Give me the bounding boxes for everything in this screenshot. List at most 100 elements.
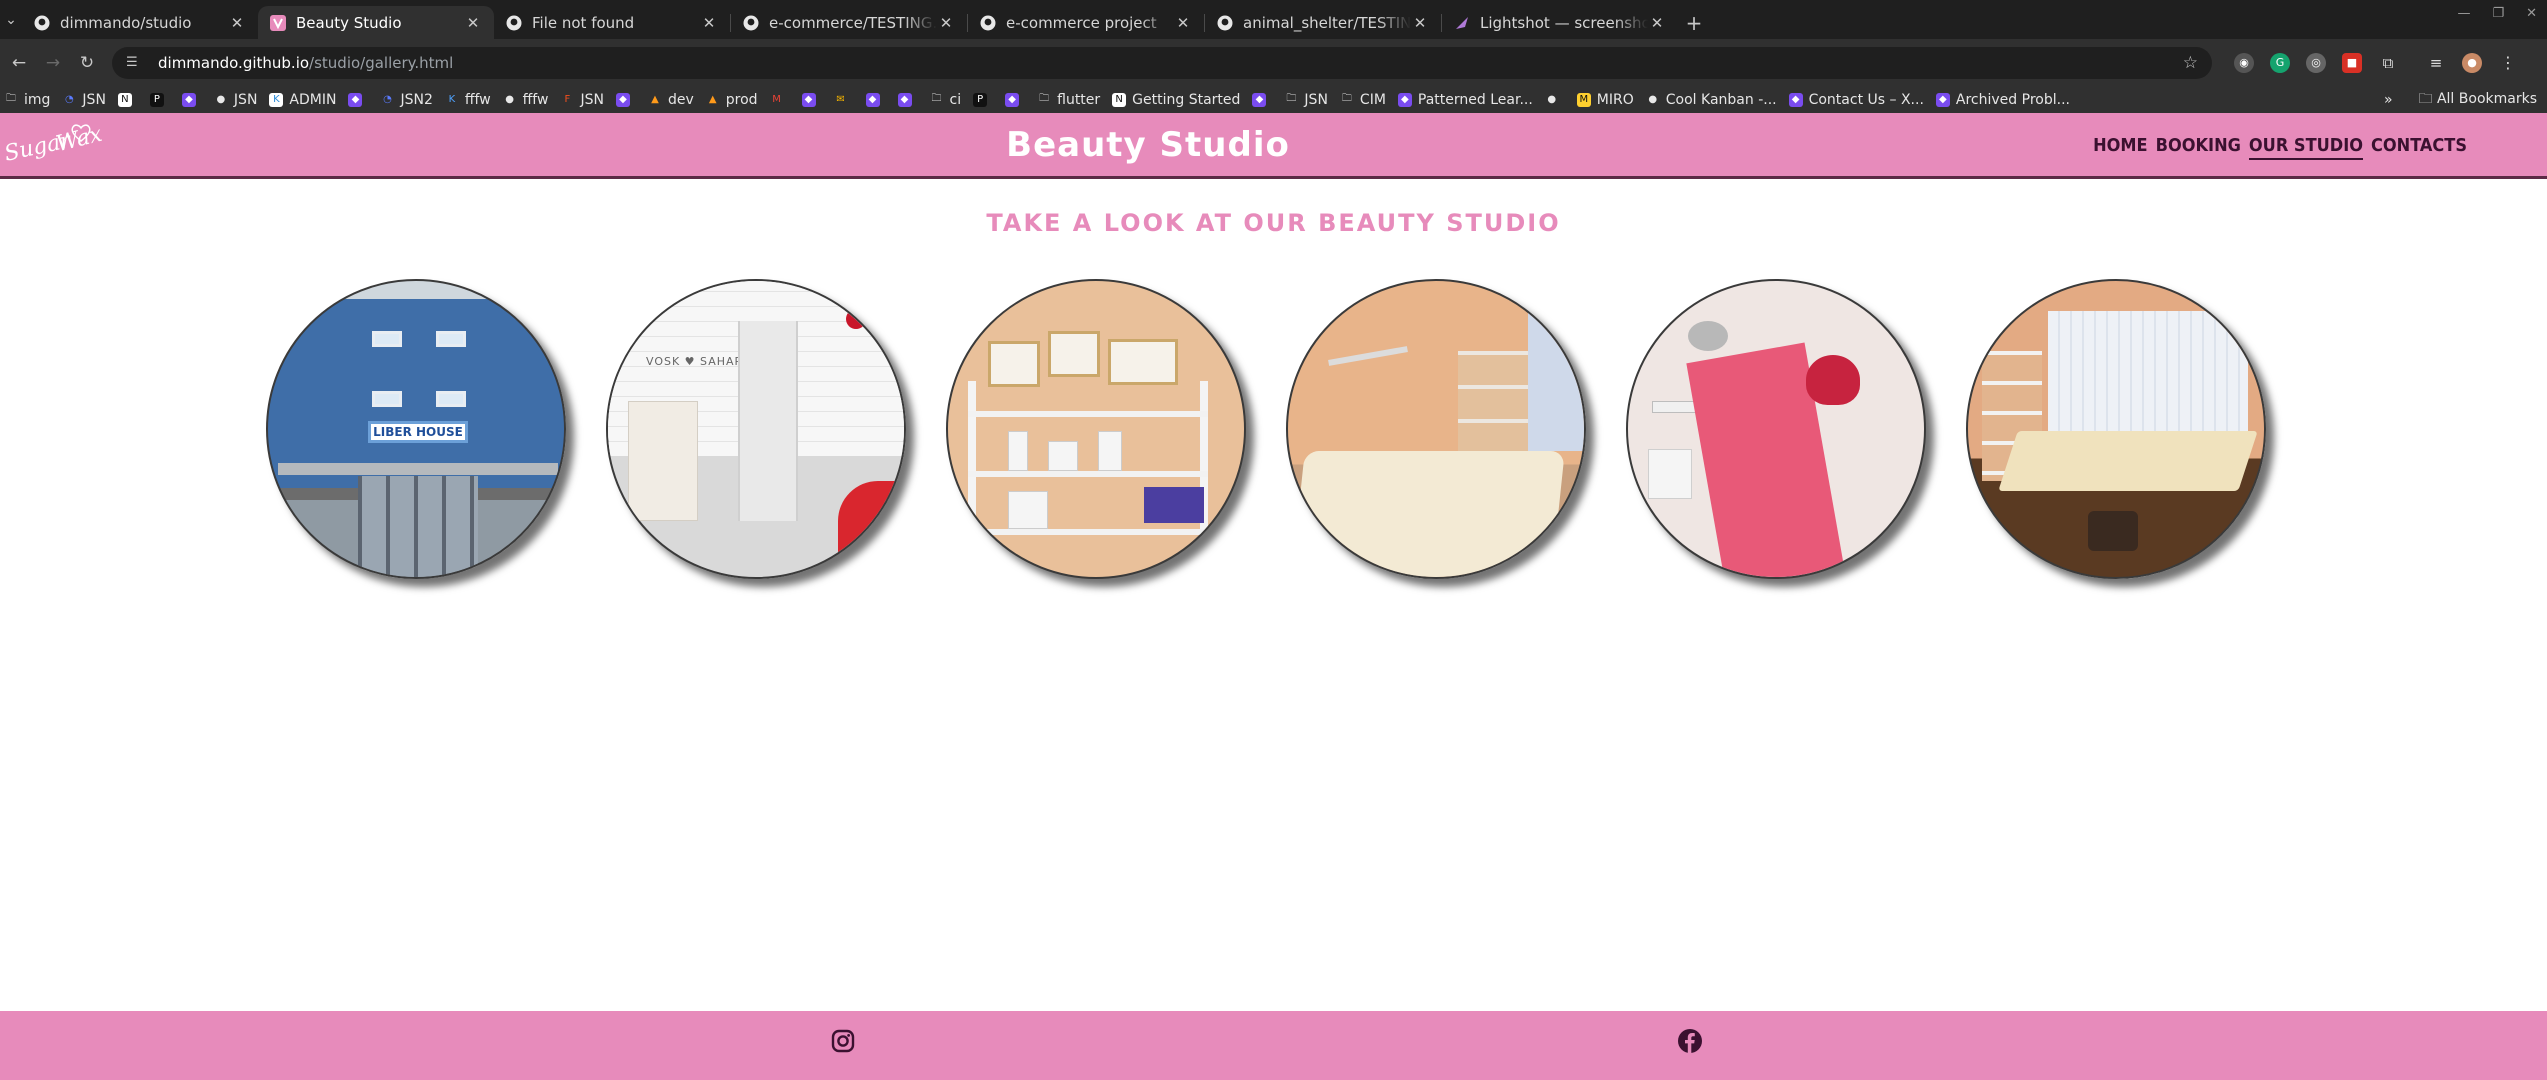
- gallery-photo-treatment-room[interactable]: [1286, 279, 1586, 579]
- bookmark-item[interactable]: P: [149, 92, 170, 107]
- bookmark-item[interactable]: ◆: [801, 92, 822, 107]
- reception-sign: VOSK ♥ SAHAR: [646, 355, 744, 368]
- bookmark-item[interactable]: F JSN: [560, 92, 604, 108]
- bookmark-item[interactable]: P: [973, 92, 993, 107]
- bookmark-item[interactable]: 🗀 CIM: [1340, 92, 1386, 108]
- media-controls-icon[interactable]: ≡: [2426, 53, 2446, 73]
- nav-booking[interactable]: BOOKING: [2156, 135, 2241, 160]
- github-icon: [980, 15, 996, 31]
- puzzle-extensions-icon[interactable]: ⧉: [2378, 53, 2398, 73]
- camera-extension-icon[interactable]: ◉: [2234, 52, 2254, 73]
- close-window-icon[interactable]: ✕: [2526, 6, 2537, 21]
- window-shape: [1528, 301, 1584, 451]
- bookmark-label: Contact Us – X...: [1808, 91, 1924, 108]
- tab-ecommerce-testing[interactable]: e-commerce/TESTING.m ✕: [731, 6, 967, 39]
- github-icon: ●: [505, 94, 515, 105]
- close-icon[interactable]: ✕: [1411, 14, 1429, 32]
- nav-home[interactable]: HOME: [2093, 135, 2148, 160]
- bookmark-label: JSN: [580, 91, 604, 108]
- bookmark-item[interactable]: ◆: [1252, 92, 1272, 107]
- app-icon: ◆: [1935, 92, 1950, 107]
- profile-avatar[interactable]: ●: [2462, 52, 2482, 73]
- bookmark-item[interactable]: ● Cool Kanban -...: [1646, 92, 1776, 108]
- bookmark-item[interactable]: ◆: [615, 92, 636, 107]
- url-path: /studio/gallery.html: [309, 53, 454, 72]
- gallery-photo-waxing-bed[interactable]: [1626, 279, 1926, 579]
- chevron-double-right-icon[interactable]: »: [2384, 92, 2393, 108]
- bookmark-item[interactable]: ◆ Patterned Lear...: [1397, 91, 1533, 108]
- address-bar[interactable]: ☰ dimmando.github.io/studio/gallery.html…: [112, 46, 2212, 79]
- nav-our-studio[interactable]: OUR STUDIO: [2248, 135, 2364, 160]
- maximize-icon[interactable]: ❐: [2492, 6, 2504, 21]
- tab-beauty-studio[interactable]: Beauty Studio ✕: [258, 6, 494, 39]
- tab-animal-shelter[interactable]: animal_shelter/TESTING ✕: [1205, 6, 1441, 39]
- nav-contacts[interactable]: CONTACTS: [2371, 135, 2467, 160]
- bookmark-item[interactable]: 🗀 flutter: [1037, 92, 1100, 108]
- bookmark-item[interactable]: ▲ dev: [648, 92, 694, 108]
- close-icon[interactable]: ✕: [700, 14, 718, 32]
- close-icon[interactable]: ✕: [1648, 14, 1666, 32]
- bookmark-item[interactable]: ◔ JSN2: [380, 92, 433, 108]
- bookmark-item[interactable]: 🗀 JSN: [1284, 92, 1328, 108]
- gallery-photo-room-window[interactable]: [1966, 279, 2266, 579]
- bookmark-item[interactable]: ◆: [348, 92, 368, 107]
- tab-ecommerce-project[interactable]: e-commerce project ✕: [968, 6, 1204, 39]
- folder-icon: 🗀: [6, 93, 16, 104]
- bookmark-item[interactable]: ◆: [181, 92, 202, 107]
- reload-icon[interactable]: ↻: [72, 48, 102, 78]
- back-arrow-icon[interactable]: ←: [4, 48, 34, 78]
- instagram-icon[interactable]: [830, 1028, 856, 1054]
- bookmark-item[interactable]: ● JSN: [214, 92, 258, 108]
- bookmark-star-icon[interactable]: ☆: [2183, 53, 2198, 73]
- bookmark-item[interactable]: ● fffw: [503, 92, 548, 108]
- github-icon: ●: [1648, 94, 1658, 105]
- bookmark-item[interactable]: N: [117, 92, 138, 107]
- close-icon[interactable]: ✕: [228, 14, 246, 32]
- bookmark-item[interactable]: ◆: [1005, 92, 1025, 107]
- bookmark-item[interactable]: ●: [1545, 93, 1565, 107]
- kebab-menu-icon[interactable]: ⋮: [2498, 53, 2518, 73]
- bookmark-item[interactable]: ◆ Contact Us – X...: [1788, 91, 1924, 108]
- close-icon[interactable]: ✕: [1174, 14, 1192, 32]
- tab-search-chevron-icon[interactable]: ⌄: [0, 0, 22, 39]
- window-shape: [436, 391, 466, 407]
- all-bookmarks-button[interactable]: 🗀 All Bookmarks: [2419, 88, 2537, 112]
- grammarly-icon[interactable]: G: [2270, 52, 2290, 73]
- bookmark-item[interactable]: M: [770, 93, 790, 107]
- forward-arrow-icon[interactable]: →: [38, 48, 68, 78]
- app-icon: ◆: [1397, 92, 1412, 107]
- bookmark-item[interactable]: Kfffw: [445, 92, 491, 108]
- facebook-icon[interactable]: [1677, 1028, 1703, 1054]
- red-extension-icon[interactable]: ■: [2342, 52, 2362, 73]
- tab-lightshot[interactable]: Lightshot — screenshot ✕: [1442, 6, 1678, 39]
- bookmark-item[interactable]: 🗀 ci: [930, 92, 962, 108]
- gallery-photo-building[interactable]: LIBER HOUSE: [266, 279, 566, 579]
- bookmark-item[interactable]: ▲ prod: [706, 92, 758, 108]
- bookmark-item[interactable]: N Getting Started: [1112, 92, 1240, 108]
- gallery-photo-shelves[interactable]: [946, 279, 1246, 579]
- tab-file-not-found[interactable]: File not found ✕: [494, 6, 730, 39]
- gallery-photo-reception[interactable]: VOSK ♥ SAHAR: [606, 279, 906, 579]
- extension-circle-icon[interactable]: ◎: [2306, 52, 2326, 73]
- close-icon[interactable]: ✕: [937, 14, 955, 32]
- tab-title: Beauty Studio: [296, 13, 402, 32]
- bookmark-item[interactable]: ✉: [834, 93, 854, 107]
- bookmark-item[interactable]: ◆: [865, 92, 886, 107]
- bookmark-item[interactable]: ◔ JSN: [62, 92, 106, 108]
- bookmark-label: JSN: [1304, 91, 1328, 108]
- minimize-icon[interactable]: —: [2457, 6, 2470, 21]
- site-info-icon[interactable]: ☰: [126, 55, 144, 70]
- tab-dimmando-studio[interactable]: dimmando/studio ✕: [22, 6, 258, 39]
- gallery-heading: TAKE A LOOK AT OUR BEAUTY STUDIO: [986, 209, 1561, 237]
- bookmark-item[interactable]: K ADMIN: [269, 92, 336, 108]
- folder-icon: 🗀: [1341, 93, 1352, 104]
- new-tab-plus-icon[interactable]: +: [1678, 6, 1710, 39]
- pillow-shape: [1806, 355, 1860, 405]
- bookmark-label: Patterned Lear...: [1417, 91, 1533, 108]
- bookmark-label: JSN: [233, 91, 258, 108]
- close-icon[interactable]: ✕: [464, 14, 482, 32]
- bookmark-item[interactable]: 🗀 img: [4, 92, 50, 108]
- bookmark-item[interactable]: ◆ Archived Probl...: [1935, 92, 2070, 108]
- bookmark-item[interactable]: M MIRO: [1576, 92, 1634, 108]
- bookmark-item[interactable]: ◆: [897, 92, 918, 107]
